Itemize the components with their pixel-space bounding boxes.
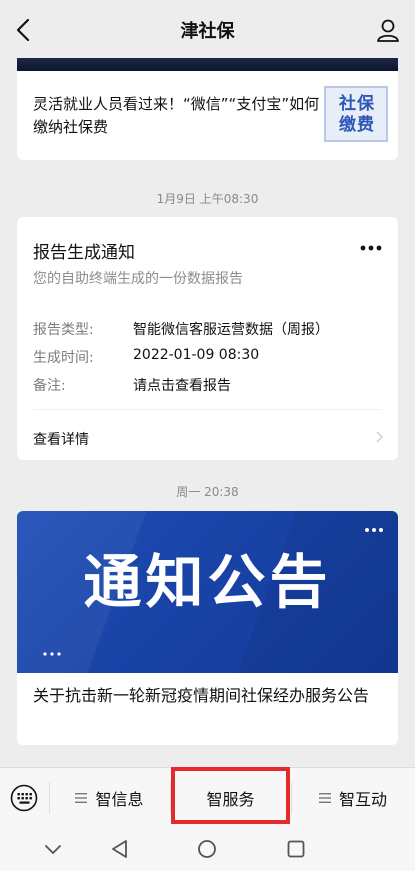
menu-item-interact[interactable]: 智互动 [291,768,415,828]
report-title: 报告生成通知 [33,243,135,263]
article-headline: 灵活就业人员看过来！“微信”“支付宝”如何缴纳社保费 [33,95,320,136]
thumbnail-line-1: 社保 [339,94,375,114]
article-card[interactable]: 灵活就业人员看过来！“微信”“支付宝”如何缴纳社保费 社保 缴费 [17,58,398,160]
row-value: 2022-01-09 08:30 [133,347,260,363]
person-icon[interactable] [375,17,401,43]
title-bar: 津社保 [0,0,415,60]
announcement-caption: 关于抗击新一轮新冠疫情期间社保经办服务公告 [33,686,370,705]
keyboard-icon[interactable] [10,784,38,812]
nav-back-icon[interactable] [110,839,130,859]
highlight-box [171,767,290,824]
back-icon[interactable] [12,16,36,44]
announcement-card[interactable]: 通知公告 关于抗击新一轮新冠疫情期间社保经办服务公告 [17,511,398,745]
article-thumbnail: 社保 缴费 [324,86,388,142]
dots-decoration-icon [43,652,61,656]
page-title: 津社保 [180,21,235,42]
row-label: 生成时间: [33,350,94,366]
view-details-link[interactable]: 查看详情 [33,429,89,449]
menu-list-icon [75,793,88,803]
thumbnail-line-2: 缴费 [339,115,375,135]
more-options-icon[interactable] [360,245,382,251]
menu-list-icon [318,793,331,803]
system-navigation-bar [0,827,415,871]
nav-home-icon[interactable] [197,839,217,859]
menu-item-label: 智信息 [95,790,144,809]
row-label: 备注: [33,378,66,394]
menu-item-label: 智互动 [338,790,387,809]
article-cover-strip [17,58,398,71]
announcement-banner: 通知公告 [17,511,398,673]
chevron-down-icon[interactable] [44,839,62,859]
message-timestamp: 1月9日 上午08:30 [156,192,259,206]
message-timestamp: 周一 20:38 [176,485,239,499]
chevron-right-icon [376,431,384,443]
nav-recents-icon[interactable] [286,839,306,859]
report-card[interactable]: 报告生成通知 您的自助终端生成的一份数据报告 报告类型: 智能微信客服运营数据（… [17,217,398,460]
row-value: 请点击查看报告 [133,378,231,394]
divider [33,409,382,410]
row-value: 智能微信客服运营数据（周报） [133,322,329,338]
banner-text: 通知公告 [83,548,332,616]
report-subtitle: 您的自助终端生成的一份数据报告 [33,271,243,287]
more-dots-icon [365,528,383,532]
menu-item-info[interactable]: 智信息 [49,768,170,828]
row-label: 报告类型: [33,322,94,338]
